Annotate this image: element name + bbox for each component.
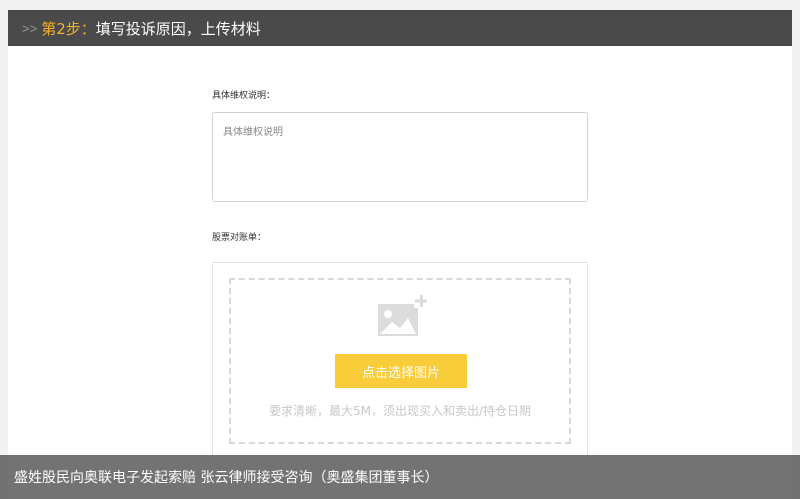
- detail-label: 具体维权说明：: [212, 91, 276, 101]
- upload-dropzone[interactable]: 点击选择图片 要求清晰，最大5M，须出现买入和卖出/持仓日期: [229, 278, 571, 444]
- statement-label: 股票对账单：: [212, 233, 267, 243]
- add-image-icon: [378, 294, 428, 336]
- upload-area[interactable]: 点击选择图片 要求清晰，最大5M，须出现买入和卖出/持仓日期: [212, 262, 588, 462]
- image-caption: 盛姓股民向奥联电子发起索赔 张云律师接受咨询（奥盛集团董事长）: [0, 455, 800, 499]
- step-header: >> 第2步： 填写投诉原因，上传材料: [8, 10, 792, 46]
- form-panel: 具体维权说明： 具体维权说明 股票对账单： 点击选择图片 要求清晰，最大5M，须…: [8, 46, 792, 499]
- step-title: 填写投诉原因，上传材料: [95, 19, 261, 38]
- upload-requirement: 要求清晰，最大5M，须出现买入和卖出/持仓日期: [268, 404, 532, 418]
- header-arrows: >>: [22, 20, 38, 36]
- detail-placeholder: 具体维权说明: [223, 127, 283, 138]
- step-number: 第2步：: [41, 19, 96, 38]
- choose-image-button[interactable]: 点击选择图片: [335, 354, 467, 388]
- caption-text: 盛姓股民向奥联电子发起索赔 张云律师接受咨询（奥盛集团董事长）: [14, 470, 439, 486]
- detail-textarea[interactable]: 具体维权说明: [212, 112, 588, 202]
